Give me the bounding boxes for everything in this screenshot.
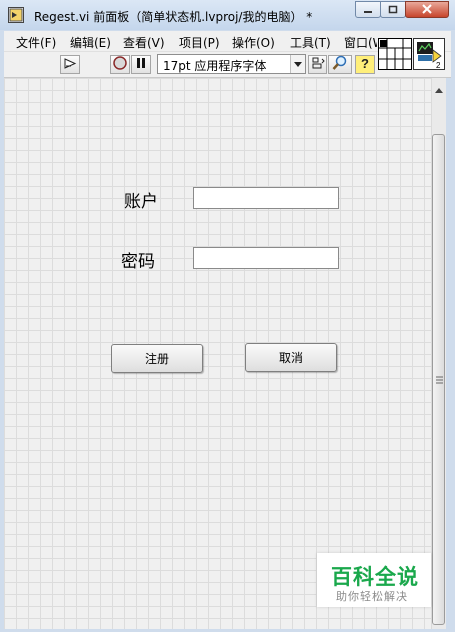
help-button[interactable]: ? bbox=[355, 55, 375, 74]
close-icon bbox=[421, 3, 433, 17]
watermark-tagline: 助你轻松解决 bbox=[336, 590, 408, 603]
cancel-button[interactable]: 取消 bbox=[245, 343, 337, 372]
connector-pane-icon bbox=[379, 39, 411, 72]
font-dropdown-icon bbox=[290, 55, 305, 73]
font-select-value: 17pt 应用程序字体 bbox=[163, 59, 267, 73]
watermark-brand: 百科全说 bbox=[331, 565, 419, 589]
account-input[interactable] bbox=[193, 187, 339, 209]
minimize-button[interactable] bbox=[355, 1, 381, 18]
maximize-button[interactable] bbox=[380, 1, 406, 18]
menu-view[interactable]: 查看(V) bbox=[123, 34, 165, 51]
close-button[interactable] bbox=[405, 1, 449, 18]
password-input[interactable] bbox=[193, 247, 339, 269]
menu-tools[interactable]: 工具(T) bbox=[290, 34, 331, 51]
front-panel: 账户 密码 注册 取消 bbox=[4, 78, 431, 629]
cancel-button-label: 取消 bbox=[278, 351, 303, 365]
abort-button[interactable] bbox=[110, 55, 130, 74]
menu-operate[interactable]: 操作(O) bbox=[232, 34, 275, 51]
align-icon bbox=[311, 56, 325, 73]
menu-edit[interactable]: 编辑(E) bbox=[70, 34, 111, 51]
help-icon: ? bbox=[359, 56, 371, 74]
minimize-icon bbox=[363, 3, 373, 17]
vi-icon: 2 bbox=[414, 42, 444, 72]
title-bar: Regest.vi 前面板（简单状态机.lvproj/我的电脑） * bbox=[0, 0, 455, 30]
labview-window: Regest.vi 前面板（简单状态机.lvproj/我的电脑） * 文件(F)… bbox=[0, 0, 455, 632]
vi-icon-panel[interactable]: 2 bbox=[413, 38, 445, 70]
menu-file[interactable]: 文件(F) bbox=[16, 34, 56, 51]
search-button[interactable] bbox=[328, 55, 352, 74]
scroll-up-icon[interactable] bbox=[435, 82, 443, 96]
register-button[interactable]: 注册 bbox=[111, 344, 203, 373]
run-arrow-icon bbox=[63, 57, 77, 73]
run-button[interactable] bbox=[60, 55, 80, 74]
connector-terminal-number: 2 bbox=[436, 61, 441, 69]
watermark-logo: 百科全说 助你轻松解决 bbox=[317, 553, 431, 607]
align-objects-button[interactable] bbox=[308, 55, 327, 74]
account-label: 账户 bbox=[124, 192, 158, 212]
labview-vi-icon bbox=[8, 7, 24, 23]
window-controls bbox=[355, 1, 449, 19]
maximize-icon bbox=[388, 3, 398, 17]
svg-text:?: ? bbox=[361, 56, 369, 71]
password-label: 密码 bbox=[121, 252, 155, 272]
search-icon bbox=[332, 55, 348, 74]
abort-icon bbox=[113, 56, 127, 73]
scrollbar-thumb[interactable] bbox=[432, 134, 445, 625]
connector-pane[interactable] bbox=[378, 38, 412, 70]
vertical-scrollbar[interactable] bbox=[431, 78, 446, 629]
menu-project[interactable]: 项目(P) bbox=[179, 34, 220, 51]
pause-icon bbox=[135, 57, 147, 72]
register-button-label: 注册 bbox=[144, 352, 169, 366]
pause-button[interactable] bbox=[131, 55, 151, 74]
font-size-select[interactable]: 17pt 应用程序字体 bbox=[157, 54, 306, 74]
window-title: Regest.vi 前面板（简单状态机.lvproj/我的电脑） * bbox=[34, 10, 313, 24]
menu-window[interactable]: 窗口(W) bbox=[344, 34, 377, 51]
